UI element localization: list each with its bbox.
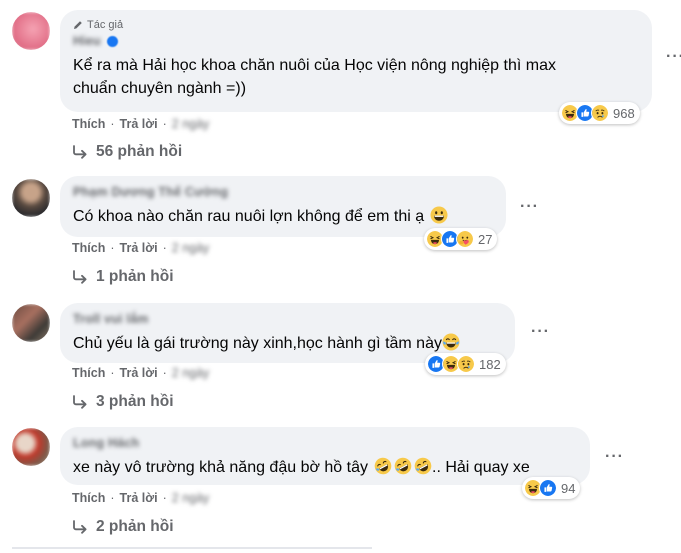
like-link[interactable]: Thích	[72, 117, 105, 131]
avatar[interactable]	[12, 179, 50, 217]
view-replies-button[interactable]: 2 phản hồi	[72, 518, 174, 536]
comment-text: Kể ra mà Hải học khoa chăn nuôi của Học …	[73, 57, 556, 97]
reaction-summary[interactable]: 27	[424, 228, 498, 250]
more-options-icon[interactable]: ···	[605, 449, 624, 465]
reaction-summary[interactable]: 182	[425, 353, 506, 375]
more-options-icon[interactable]: ···	[531, 324, 550, 340]
reaction-count: 94	[561, 480, 576, 496]
verified-badge-icon	[106, 35, 118, 47]
comment-text: Chủ yếu là gái trường này xinh,học hành …	[73, 332, 503, 355]
like-link[interactable]: Thích	[72, 366, 105, 380]
avatar[interactable]	[12, 12, 50, 50]
comment-actions: Thích · Trả lời · 2 ngày	[72, 491, 209, 505]
replies-count-label[interactable]: 3 phản hồi	[96, 393, 174, 411]
timestamp[interactable]: 2 ngày	[172, 241, 210, 255]
comment-bubble: Long Hách xe này vô trường khả năng đậu …	[60, 427, 590, 485]
reply-link[interactable]: Trả lời	[120, 491, 158, 505]
replies-count-label[interactable]: 2 phản hồi	[96, 518, 174, 536]
avatar[interactable]	[12, 428, 50, 466]
separator-dot: ·	[110, 491, 115, 505]
reply-arrow-icon	[73, 145, 87, 159]
timestamp[interactable]: 2 ngày	[172, 366, 210, 380]
like-link[interactable]: Thích	[72, 241, 105, 255]
reply-arrow-icon	[73, 520, 87, 534]
reply-link[interactable]: Trả lời	[120, 241, 158, 255]
reaction-summary[interactable]: 94	[522, 477, 581, 499]
grin-emoji-icon	[430, 206, 448, 224]
separator-dot: ·	[110, 241, 115, 255]
care-icon	[456, 230, 474, 248]
author-badge: Tác giả	[73, 18, 640, 32]
timestamp[interactable]: 2 ngày	[172, 491, 210, 505]
separator-dot: ·	[162, 491, 167, 505]
comment-text: Có khoa nào chăn rau nuôi lợn không để e…	[73, 205, 494, 228]
separator-dot: ·	[162, 366, 167, 380]
author-badge-label: Tác giả	[87, 19, 124, 31]
rofl-emoji-icon	[414, 457, 432, 475]
comment-actions: Thích · Trả lời · 2 ngày	[72, 117, 209, 131]
reply-link[interactable]: Trả lời	[120, 366, 158, 380]
reply-arrow-icon	[73, 270, 87, 284]
more-options-icon[interactable]: ···	[666, 49, 681, 65]
reaction-count: 182	[479, 356, 501, 372]
rofl-emoji-icon	[394, 457, 412, 475]
comment-text: xe này vô trường khả năng đậu bờ hồ tây.…	[73, 456, 578, 479]
reply-link[interactable]: Trả lời	[120, 117, 158, 131]
view-replies-button[interactable]: 3 phản hồi	[72, 393, 174, 411]
separator-dot: ·	[162, 241, 167, 255]
view-replies-button[interactable]: 56 phản hồi	[72, 143, 182, 161]
separator-dot: ·	[110, 366, 115, 380]
view-replies-button[interactable]: 1 phản hồi	[72, 268, 174, 286]
sad-icon	[591, 104, 609, 122]
more-options-icon[interactable]: ···	[520, 199, 539, 215]
like-icon	[539, 479, 557, 497]
pencil-icon	[74, 21, 82, 29]
separator-dot: ·	[162, 117, 167, 131]
sad-icon	[457, 355, 475, 373]
like-link[interactable]: Thích	[72, 491, 105, 505]
separator-dot: ·	[110, 117, 115, 131]
next-comment-edge	[12, 547, 372, 549]
reaction-count: 968	[613, 105, 635, 121]
comment-bubble: Tác giả Hieu Kể ra mà Hải học khoa chăn …	[60, 10, 652, 112]
tears-of-joy-emoji-icon	[442, 333, 460, 351]
replies-count-label[interactable]: 1 phản hồi	[96, 268, 174, 286]
comment-author[interactable]: Hieu	[73, 34, 101, 48]
reaction-count: 27	[478, 231, 493, 247]
avatar[interactable]	[12, 304, 50, 342]
comment-actions: Thích · Trả lời · 2 ngày	[72, 241, 209, 255]
comment-author[interactable]: Phạm Dương Thế Cường	[73, 185, 228, 199]
comment-author[interactable]: Long Hách	[73, 436, 139, 450]
replies-count-label[interactable]: 56 phản hồi	[96, 143, 182, 161]
comment-actions: Thích · Trả lời · 2 ngày	[72, 366, 209, 380]
timestamp[interactable]: 2 ngày	[172, 117, 210, 131]
comment-author[interactable]: Troll vui lắm	[73, 312, 149, 326]
rofl-emoji-icon	[374, 457, 392, 475]
reply-arrow-icon	[73, 395, 87, 409]
reaction-summary[interactable]: 968	[559, 102, 640, 124]
